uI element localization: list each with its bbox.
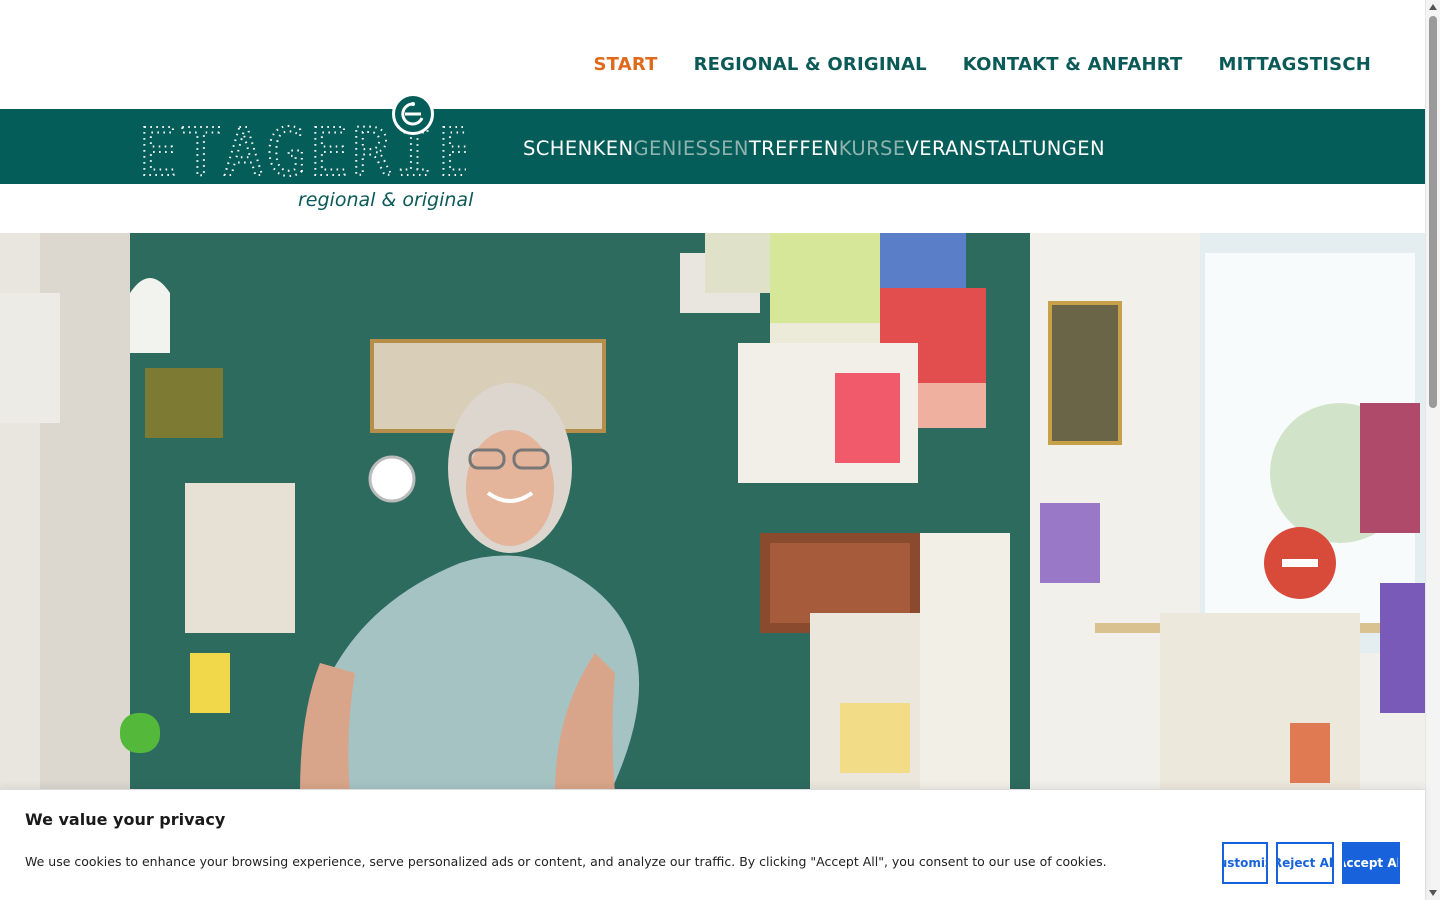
- top-navigation: START REGIONAL & ORIGINAL KONTAKT & ANFA…: [0, 0, 1425, 109]
- cookie-customize-button[interactable]: Customize: [1222, 842, 1268, 884]
- subnav-geniessen[interactable]: GENIESSEN: [633, 137, 748, 160]
- nav-start[interactable]: START: [593, 54, 657, 75]
- subnav-kurse[interactable]: KURSE: [839, 137, 906, 160]
- brand-tagline: regional & original: [298, 189, 474, 211]
- subnav-veranstaltungen[interactable]: VERANSTALTUNGEN: [906, 137, 1105, 160]
- hero-image: [0, 233, 1425, 793]
- logo-badge-icon: [392, 93, 434, 135]
- main-menu: START REGIONAL & ORIGINAL KONTAKT & ANFA…: [593, 54, 1371, 75]
- scroll-thumb[interactable]: [1429, 16, 1437, 408]
- nav-kontakt-anfahrt[interactable]: KONTAKT & ANFAHRT: [963, 54, 1183, 75]
- nav-mittagstisch[interactable]: MITTAGSTISCH: [1219, 54, 1371, 75]
- subnav-schenken[interactable]: SCHENKEN: [523, 137, 633, 160]
- cookie-accept-button[interactable]: Accept All: [1342, 842, 1400, 884]
- subnav-treffen[interactable]: TREFFEN: [749, 137, 839, 160]
- cookie-reject-button[interactable]: Reject All: [1276, 842, 1334, 884]
- brand-band: ETAGERIE SCHENKEN GENIESSEN TREFFEN KURS…: [0, 93, 1425, 184]
- page-scrollbar[interactable]: [1425, 0, 1440, 900]
- scroll-down-arrow-icon[interactable]: [1429, 890, 1437, 896]
- nav-regional-original[interactable]: REGIONAL & ORIGINAL: [694, 54, 927, 75]
- cookie-title: We value your privacy: [25, 810, 226, 829]
- cookie-consent-banner: We value your privacy We use cookies to …: [0, 789, 1425, 900]
- category-subnav: SCHENKEN GENIESSEN TREFFEN KURSE VERANST…: [523, 137, 1105, 160]
- cookie-text: We use cookies to enhance your browsing …: [25, 854, 1107, 869]
- scroll-up-arrow-icon[interactable]: [1429, 4, 1437, 10]
- shop-interior-photo: [0, 233, 1425, 793]
